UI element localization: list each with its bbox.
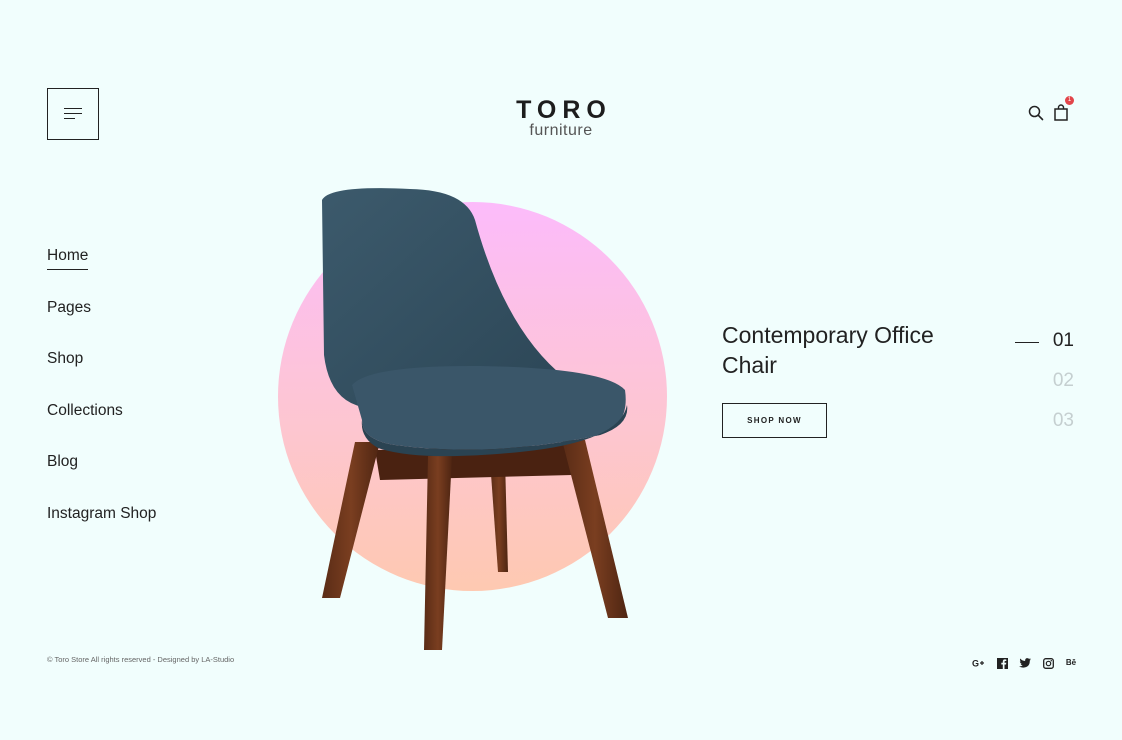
- google-plus-icon[interactable]: G: [972, 657, 984, 669]
- nav-item-blog[interactable]: Blog: [47, 450, 156, 502]
- product-title-line2: Chair: [722, 352, 777, 378]
- nav-item-label: Instagram Shop: [47, 504, 157, 522]
- product-title-line1: Contemporary Office: [722, 322, 934, 348]
- pager-item-02[interactable]: 02: [1048, 370, 1074, 392]
- nav-item-pages[interactable]: Pages: [47, 296, 156, 348]
- facebook-icon[interactable]: [996, 657, 1008, 669]
- hamburger-icon: [64, 108, 82, 120]
- cart-icon[interactable]: [1053, 104, 1069, 121]
- pager-active-line: [1015, 342, 1039, 344]
- copyright-text: © Toro Store All rights reserved - Desig…: [47, 655, 235, 664]
- page: TORO furniture 1 Home Pages Shop Collect…: [0, 0, 1122, 740]
- nav-item-label: Shop: [47, 350, 84, 367]
- menu-button[interactable]: [47, 88, 99, 140]
- nav-item-label: Blog: [47, 453, 79, 470]
- nav-item-instagram-shop[interactable]: Instagram Shop: [47, 502, 156, 554]
- twitter-icon[interactable]: [1019, 657, 1031, 669]
- nav-item-home[interactable]: Home: [47, 244, 156, 296]
- nav-item-label: Collections: [47, 401, 123, 419]
- product-title: Contemporary Office Chair: [722, 320, 982, 380]
- pager-item-01[interactable]: 01: [1048, 330, 1074, 352]
- nav-item-label: Home: [47, 244, 89, 270]
- behance-icon[interactable]: Bē: [1065, 657, 1077, 669]
- svg-text:G: G: [972, 659, 979, 669]
- side-nav: Home Pages Shop Collections Blog Instagr…: [47, 244, 156, 553]
- logo-main: TORO: [516, 96, 612, 124]
- chair-image: [322, 188, 628, 650]
- cart-count-badge: 1: [1065, 96, 1074, 105]
- nav-item-shop[interactable]: Shop: [47, 347, 156, 399]
- nav-item-label: Pages: [47, 298, 91, 316]
- nav-item-collections[interactable]: Collections: [47, 399, 156, 451]
- logo-sub: furniture: [529, 122, 593, 139]
- logo[interactable]: TORO furniture: [498, 97, 624, 139]
- shop-now-button[interactable]: SHOP NOW: [722, 403, 827, 438]
- pager-item-03[interactable]: 03: [1048, 410, 1074, 432]
- instagram-icon[interactable]: [1042, 657, 1054, 669]
- search-icon[interactable]: [1028, 105, 1044, 121]
